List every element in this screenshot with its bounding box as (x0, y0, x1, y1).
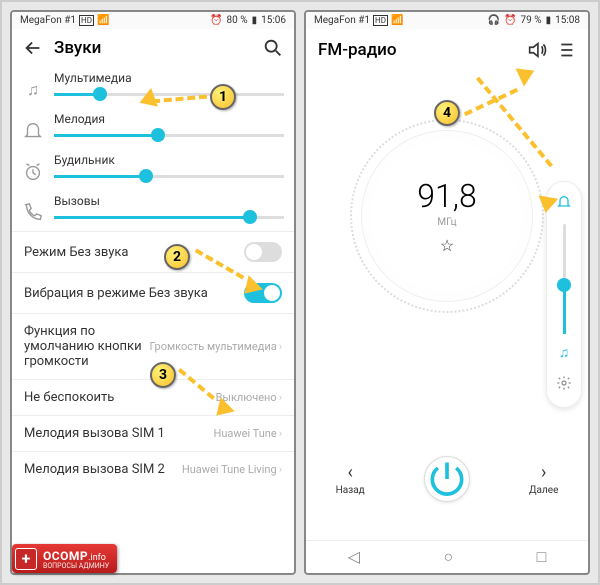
status-bar: MegaFon #1 HD 📶 🎧 ⏰ 79 % ▮15:08 (306, 12, 588, 29)
music-icon[interactable]: ♫ (555, 340, 574, 365)
gear-icon[interactable] (552, 371, 576, 399)
carrier-label: MegaFon #1 (20, 15, 76, 26)
signal-icon: 📶 (391, 15, 403, 26)
alarm-icon: ⏰ (504, 15, 516, 26)
clock: 15:08 (555, 15, 580, 26)
chevron-right-icon: › (279, 340, 282, 353)
chevron-right-icon: › (279, 391, 282, 404)
volume-slider[interactable] (563, 224, 566, 334)
fm-tuner-dial[interactable]: 91,8 МГц ☆ (362, 131, 532, 301)
annotation-bubble-4: 4 (434, 100, 460, 126)
search-icon[interactable] (262, 37, 284, 59)
headphones-icon: 🎧 (488, 15, 500, 26)
battery-icon: ▮ (252, 15, 258, 26)
annotation-bubble-3: 3 (150, 362, 176, 388)
volume-panel: ♫ (546, 181, 582, 408)
annotation-bubble-1: 1 (210, 84, 236, 110)
chevron-right-icon: › (279, 427, 282, 440)
site-watermark: + OCOMP.info ВОПРОСЫ АДМИНУ (12, 544, 117, 573)
carrier-label: MegaFon #1 (314, 15, 370, 26)
page-title: FM-радио (318, 40, 526, 60)
menu-list-icon[interactable] (554, 39, 576, 61)
hd-badge: HD (79, 15, 94, 26)
annotation-arrow-head (536, 195, 558, 214)
slider-label: Мелодия (54, 112, 284, 126)
power-button[interactable] (424, 456, 470, 502)
hd-badge: HD (373, 15, 388, 26)
back-icon[interactable] (22, 37, 44, 59)
clock: 15:06 (261, 15, 286, 26)
alarm-slider[interactable] (54, 175, 284, 178)
next-station-button[interactable]: ›Далее (529, 462, 558, 496)
prev-station-button[interactable]: ‹Назад (336, 462, 365, 496)
battery-pct: 79 % (521, 15, 542, 26)
slider-label: Будильник (54, 153, 284, 167)
chevron-right-icon: › (279, 463, 282, 476)
plus-icon: + (15, 548, 37, 570)
frequency-value: 91,8 (417, 177, 476, 215)
frequency-unit: МГц (437, 217, 456, 228)
signal-icon: 📶 (97, 15, 109, 26)
silent-toggle[interactable] (244, 242, 282, 262)
battery-pct: 80 % (227, 15, 248, 26)
dnd-row[interactable]: Не беспокоитьВыключено› (12, 379, 294, 415)
multimedia-slider[interactable] (54, 93, 284, 96)
speaker-icon[interactable] (526, 39, 548, 61)
music-icon: ♫ (22, 80, 44, 100)
nav-recent-icon[interactable]: □ (537, 547, 547, 567)
annotation-bubble-2: 2 (164, 244, 190, 270)
fm-radio-screen: MegaFon #1 HD 📶 🎧 ⏰ 79 % ▮15:08 FM-радио 91… (304, 10, 590, 575)
nav-back-icon[interactable]: ◁ (348, 547, 360, 567)
nav-home-icon[interactable]: ○ (443, 547, 453, 567)
slider-label: Вызовы (54, 194, 284, 208)
battery-icon: ▮ (546, 15, 552, 26)
calls-slider[interactable] (54, 216, 284, 219)
phone-icon (22, 202, 44, 224)
sim2-ringtone-row[interactable]: Мелодия вызова SIM 2Huawei Tune Living› (12, 451, 294, 487)
sim1-ringtone-row[interactable]: Мелодия вызова SIM 1Huawei Tune› (12, 415, 294, 451)
status-bar: MegaFon #1 HD 📶 ⏰ 80 % ▮15:06 (12, 12, 294, 29)
bell-icon (22, 120, 44, 142)
silent-mode-row[interactable]: Режим Без звука (12, 231, 294, 272)
alarm-icon (22, 161, 44, 183)
page-title: Звуки (54, 38, 252, 58)
melody-slider[interactable] (54, 134, 284, 137)
android-nav-bar: ◁ ○ □ (306, 540, 588, 573)
alarm-icon: ⏰ (210, 15, 222, 26)
favorite-star-icon[interactable]: ☆ (440, 236, 454, 255)
slider-label: Мультимедиа (54, 71, 284, 85)
